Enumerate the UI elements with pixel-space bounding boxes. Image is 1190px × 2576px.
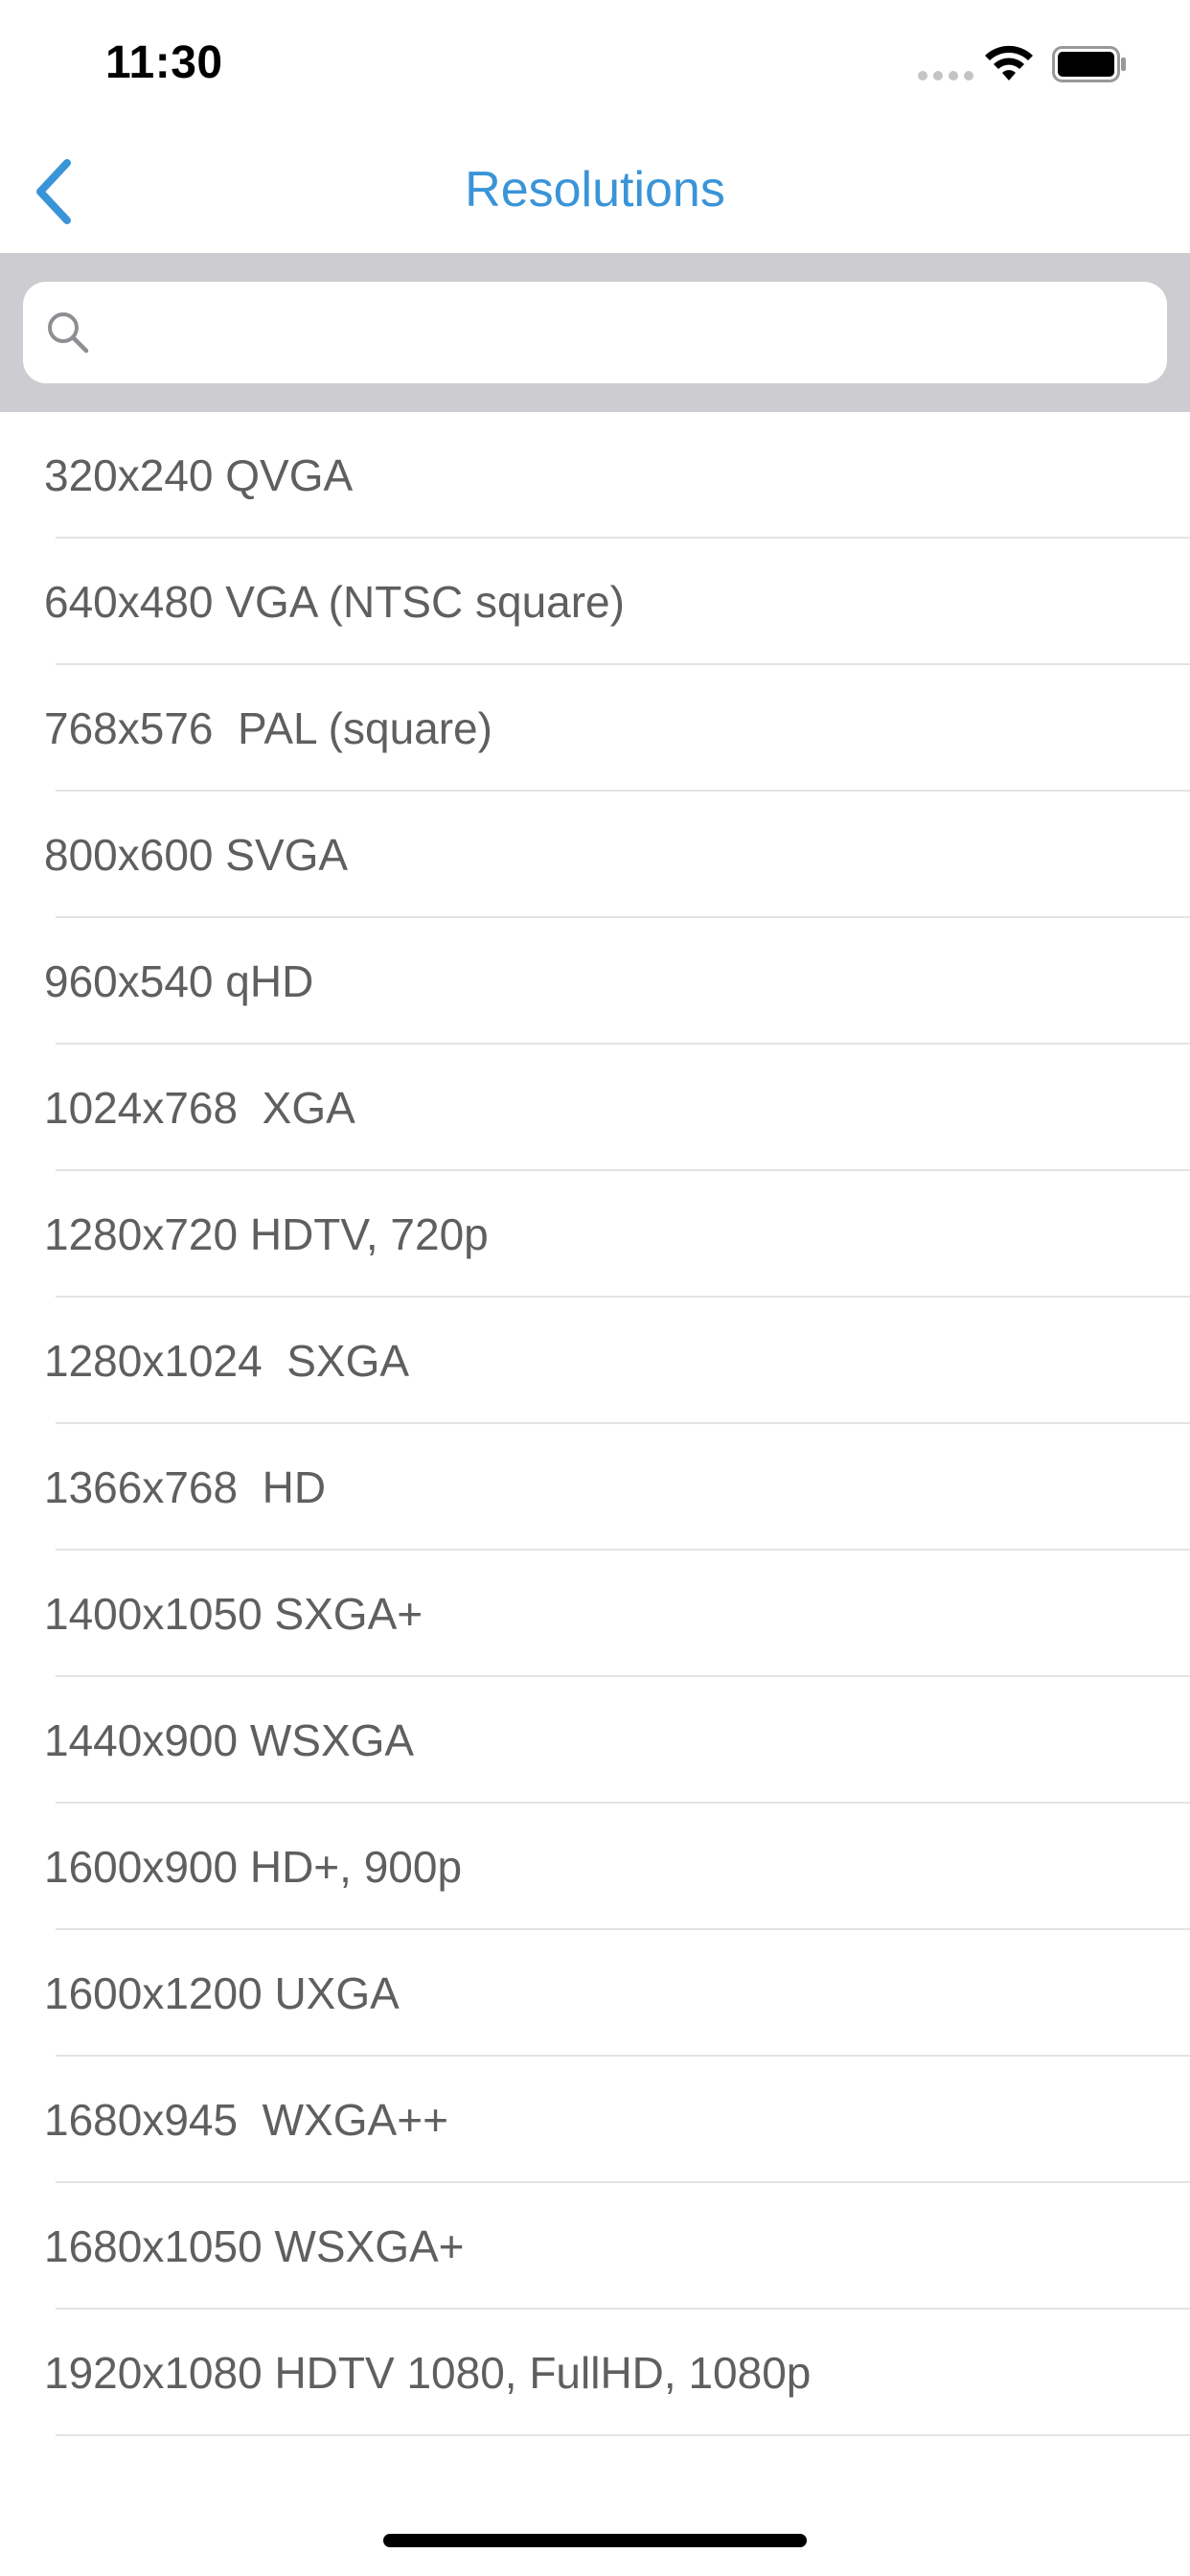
list-item[interactable]: 1024x768 XGA xyxy=(0,1045,1190,1171)
search-field[interactable] xyxy=(23,282,1167,385)
list-item-label: 1920x1080 HDTV 1080, FullHD, 1080p xyxy=(44,2348,812,2398)
list-item[interactable]: 640x480 VGA (NTSC square) xyxy=(0,539,1190,665)
list-item-label: 1024x768 XGA xyxy=(44,1083,355,1133)
list-item[interactable]: 960x540 qHD xyxy=(0,918,1190,1045)
navigation-bar: Resolutions xyxy=(0,126,1190,253)
list-item-label: 1680x1050 WSXGA+ xyxy=(44,2221,465,2271)
list-item-label: 1600x1200 UXGA xyxy=(44,1968,400,2018)
page-title: Resolutions xyxy=(465,162,725,218)
wifi-icon xyxy=(985,45,1033,80)
list-item[interactable]: 1440x900 WSXGA xyxy=(0,1677,1190,1804)
list-item[interactable]: 320x240 QVGA xyxy=(0,412,1190,539)
search-icon xyxy=(48,312,89,354)
list-item-label: 1680x945 WXGA++ xyxy=(44,2095,448,2145)
home-indicator[interactable] xyxy=(383,2534,807,2547)
list-item[interactable]: 1280x1024 SXGA xyxy=(0,1298,1190,1424)
list-item-label: 1280x720 HDTV, 720p xyxy=(44,1209,489,1259)
list-item-label: 960x540 qHD xyxy=(44,956,314,1006)
list-item[interactable]: 1920x1080 HDTV 1080, FullHD, 1080p xyxy=(0,2310,1190,2436)
list-item-label: 640x480 VGA (NTSC square) xyxy=(44,577,625,627)
list-item[interactable]: 1400x1050 SXGA+ xyxy=(0,1551,1190,1677)
list-item-label: 1440x900 WSXGA xyxy=(44,1715,415,1765)
battery-icon xyxy=(1052,46,1126,82)
list-item[interactable]: 1600x900 HD+, 900p xyxy=(0,1804,1190,1930)
list-item[interactable]: 1366x768 HD xyxy=(0,1424,1190,1551)
list-item[interactable]: 768x576 PAL (square) xyxy=(0,665,1190,792)
screen: 11:30 Resolutions 320x240 QVGA 640x480 V… xyxy=(0,0,1190,2576)
list-item[interactable]: 1600x1200 UXGA xyxy=(0,1930,1190,2057)
divider xyxy=(56,2434,1190,2436)
list-item[interactable]: 800x600 SVGA xyxy=(0,792,1190,918)
list-item-label: 800x600 SVGA xyxy=(44,830,349,880)
list-item[interactable]: 1280x720 HDTV, 720p xyxy=(0,1171,1190,1298)
status-time: 11:30 xyxy=(105,37,223,88)
search-input[interactable] xyxy=(109,282,1148,385)
list-item-label: 1600x900 HD+, 900p xyxy=(44,1842,463,1892)
status-bar: 11:30 xyxy=(0,0,1190,126)
list-item-label: 768x576 PAL (square) xyxy=(44,703,492,753)
search-bar xyxy=(0,253,1190,412)
list-item[interactable]: 1680x945 WXGA++ xyxy=(0,2057,1190,2183)
list-item-label: 320x240 QVGA xyxy=(44,450,354,500)
list-item-label: 1400x1050 SXGA+ xyxy=(44,1589,423,1639)
list-item[interactable]: 1680x1050 WSXGA+ xyxy=(0,2183,1190,2310)
list-item-label: 1280x1024 SXGA xyxy=(44,1336,410,1386)
resolution-list: 320x240 QVGA 640x480 VGA (NTSC square) 7… xyxy=(0,412,1190,2436)
signal-dots-icon xyxy=(918,71,973,80)
list-item-label: 1366x768 HD xyxy=(44,1462,327,1512)
